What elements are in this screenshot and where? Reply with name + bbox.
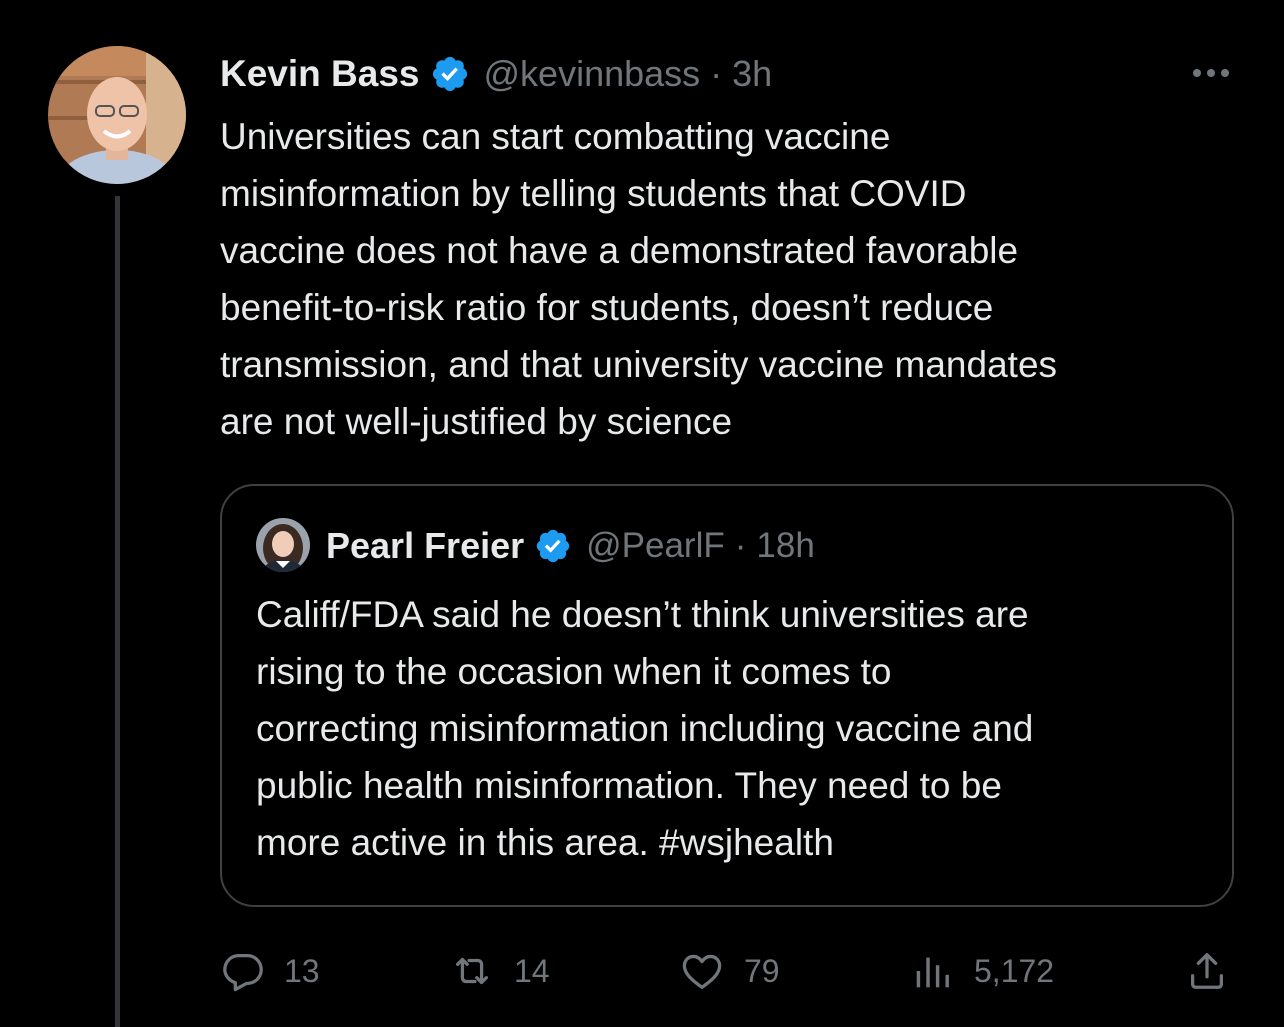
thread-line — [115, 196, 120, 1027]
reply-count: 13 — [284, 952, 320, 989]
quoted-tweet-text: Califf/FDA said he doesn’t think univers… — [256, 594, 1034, 863]
like-button[interactable]: 79 — [678, 948, 780, 994]
verified-badge-icon — [534, 527, 572, 565]
author-avatar[interactable] — [48, 46, 186, 184]
views-chart-icon — [910, 948, 956, 994]
quoted-tweet-card[interactable]: Pearl Freier @PearlF · 18h Califf/FDA sa… — [220, 484, 1234, 907]
repost-count: 14 — [514, 952, 550, 989]
tweet-time[interactable]: 3h — [732, 53, 772, 95]
quoted-author-avatar — [256, 518, 310, 572]
share-button[interactable] — [1184, 948, 1230, 994]
reply-button[interactable]: 13 — [220, 948, 320, 994]
quoted-tweet-time[interactable]: 18h — [756, 526, 814, 566]
views-button[interactable]: 5,172 — [910, 948, 1054, 994]
more-options-icon[interactable] — [1188, 58, 1234, 88]
tweet-text: Universities can start combatting vaccin… — [220, 116, 1058, 442]
tweet-header: Kevin Bass @kevinnbass · 3h — [220, 50, 772, 98]
share-icon — [1184, 948, 1230, 994]
quoted-author-name[interactable]: Pearl Freier — [326, 525, 524, 567]
tweet-action-bar: 13 14 79 5,172 — [0, 948, 1284, 994]
heart-icon — [678, 948, 726, 994]
quoted-tweet-header: Pearl Freier @PearlF · 18h — [326, 524, 815, 568]
author-handle[interactable]: @kevinnbass — [484, 53, 701, 95]
verified-badge-icon — [430, 54, 470, 94]
repost-icon — [448, 948, 496, 994]
repost-button[interactable]: 14 — [448, 948, 550, 994]
author-name[interactable]: Kevin Bass — [220, 53, 420, 95]
views-count: 5,172 — [974, 952, 1055, 989]
quoted-author-handle[interactable]: @PearlF — [586, 526, 725, 566]
like-count: 79 — [744, 952, 780, 989]
separator-dot: · — [734, 526, 747, 565]
reply-icon — [220, 948, 266, 994]
separator-dot: · — [710, 53, 723, 94]
